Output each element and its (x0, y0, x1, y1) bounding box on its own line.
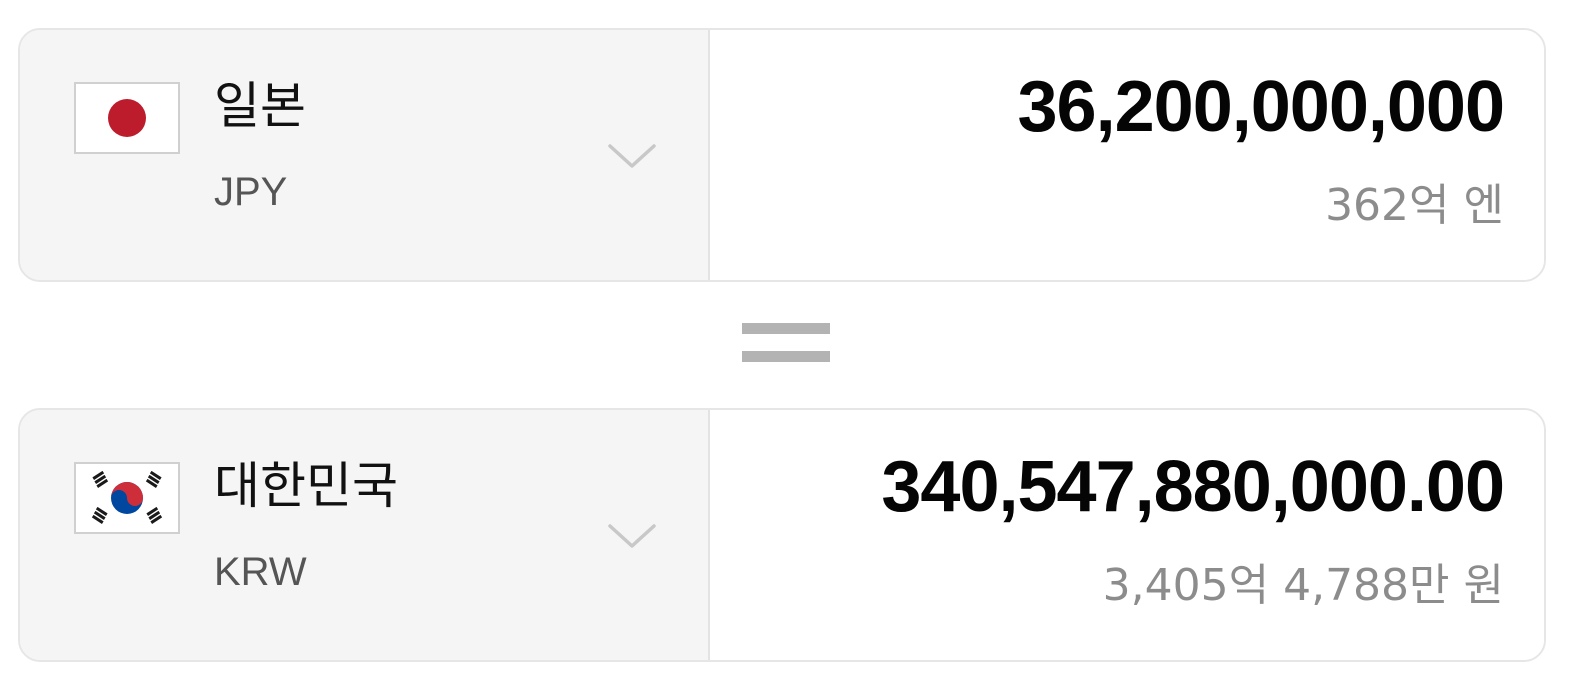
target-country-name: 대한민국 (214, 457, 398, 515)
source-amount-in-words: 362억 엔 (1325, 180, 1504, 231)
source-currency-card: 일본 JPY 36,200,000,000 362억 엔 (18, 28, 1546, 282)
source-currency-code: JPY (214, 170, 288, 214)
equals-icon (742, 323, 830, 367)
target-currency-selector[interactable]: 대한민국 KRW (20, 410, 710, 660)
japan-flag-icon (74, 82, 180, 154)
target-amount-value[interactable]: 340,547,880,000.00 (881, 444, 1505, 530)
chevron-down-icon[interactable] (606, 140, 658, 170)
source-country-name: 일본 (214, 77, 306, 135)
target-amount-field[interactable]: 340,547,880,000.00 3,405억 4,788만 원 (710, 410, 1544, 660)
target-currency-card: 대한민국 KRW 340,547,880,000.00 3,405억 4,788… (18, 408, 1546, 662)
target-currency-code: KRW (214, 550, 307, 594)
source-currency-selector[interactable]: 일본 JPY (20, 30, 710, 280)
source-amount-field[interactable]: 36,200,000,000 362억 엔 (710, 30, 1544, 280)
target-amount-in-words: 3,405억 4,788만 원 (1102, 560, 1504, 611)
korea-flag-icon (74, 462, 180, 534)
equals-icon-bottom-bar (742, 351, 830, 362)
chevron-down-icon[interactable] (606, 520, 658, 550)
source-amount-value[interactable]: 36,200,000,000 (1018, 64, 1505, 150)
equals-icon-top-bar (742, 323, 830, 334)
